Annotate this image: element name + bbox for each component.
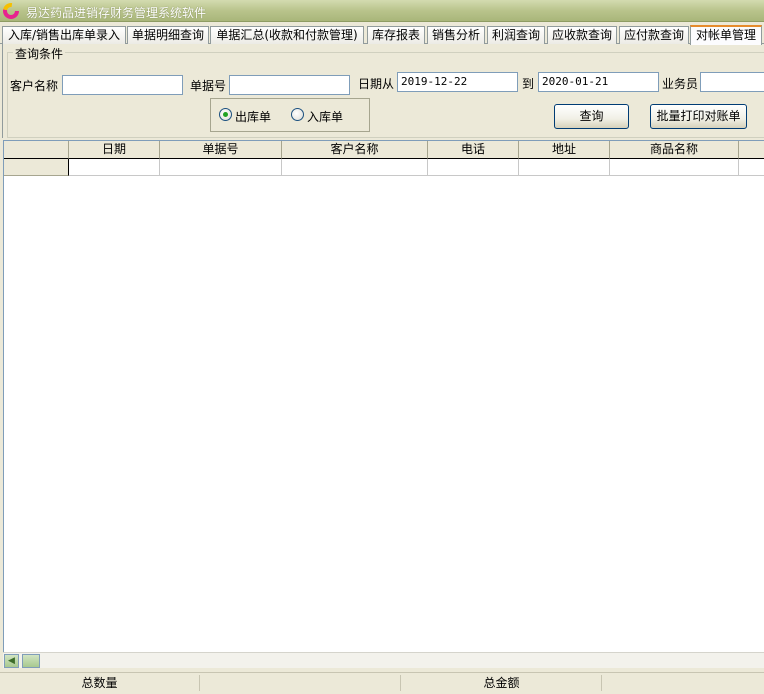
column-header-address[interactable]: 地址 <box>519 141 610 159</box>
radio-outbound[interactable] <box>219 108 232 121</box>
radio-inbound-label[interactable]: 入库单 <box>307 108 343 125</box>
date-from-label: 日期从 <box>358 77 395 91</box>
column-header-product[interactable]: 商品名称 <box>610 141 739 159</box>
column-header-extra <box>739 141 764 159</box>
table-cell[interactable] <box>69 159 160 176</box>
doc-type-radio-group: 出库单 入库单 <box>210 98 370 132</box>
table-cell[interactable] <box>519 159 610 176</box>
tab-doc-detail[interactable]: 单据明细查询 <box>127 26 209 44</box>
tab-receivables[interactable]: 应收款查询 <box>547 26 617 44</box>
title-bar: 易达药品进销存财务管理系统软件 <box>0 0 764 22</box>
query-button[interactable]: 查询 <box>554 104 629 129</box>
doc-no-input[interactable] <box>229 75 350 95</box>
doc-no-label: 单据号 <box>190 79 227 93</box>
total-qty-label: 总数量 <box>0 675 200 691</box>
tab-strip: 入库/销售出库单录入 单据明细查询 单据汇总(收款和付款管理) 库存报表 销售分… <box>0 25 764 45</box>
app-logo-icon <box>3 3 19 19</box>
radio-selected-dot <box>223 112 228 117</box>
scrollbar-thumb[interactable] <box>22 654 40 668</box>
tab-statement-management[interactable]: 对帐单管理 <box>690 25 762 45</box>
salesman-label: 业务员 <box>662 77 699 91</box>
total-amount-label: 总金额 <box>402 675 602 691</box>
tab-inventory-report[interactable]: 库存报表 <box>367 26 425 44</box>
date-to-label: 到 <box>522 77 535 91</box>
table-cell[interactable] <box>739 159 764 176</box>
table-cell[interactable] <box>428 159 519 176</box>
total-amount-value <box>603 675 764 691</box>
radio-inbound[interactable] <box>291 108 304 121</box>
column-header-date[interactable]: 日期 <box>69 141 160 159</box>
table-cell[interactable] <box>282 159 428 176</box>
column-header-customer[interactable]: 客户名称 <box>282 141 428 159</box>
tab-payables[interactable]: 应付款查询 <box>619 26 689 44</box>
customer-input[interactable] <box>62 75 183 95</box>
salesman-input[interactable] <box>700 72 764 92</box>
total-qty-value <box>201 675 401 691</box>
statement-grid[interactable]: 日期 单据号 客户名称 电话 地址 商品名称 <box>3 140 764 668</box>
table-cell[interactable] <box>160 159 282 176</box>
batch-print-statement-button[interactable]: 批量打印对账单 <box>650 104 747 129</box>
table-cell[interactable] <box>610 159 739 176</box>
window-title: 易达药品进销存财务管理系统软件 <box>26 6 207 20</box>
column-header-doc-no[interactable]: 单据号 <box>160 141 282 159</box>
horizontal-scrollbar[interactable]: ◀ <box>3 652 764 668</box>
tab-stock-entry[interactable]: 入库/销售出库单录入 <box>2 26 126 44</box>
column-header-phone[interactable]: 电话 <box>428 141 519 159</box>
customer-label: 客户名称 <box>10 79 59 93</box>
row-header[interactable] <box>4 159 69 176</box>
status-bar: 总数量 总金额 <box>0 672 764 694</box>
date-from-input[interactable]: 2019-12-22 <box>397 72 518 92</box>
date-to-input[interactable]: 2020-01-21 <box>538 72 659 92</box>
radio-outbound-label[interactable]: 出库单 <box>235 108 271 125</box>
tab-profit-query[interactable]: 利润查询 <box>487 26 545 44</box>
tab-doc-summary[interactable]: 单据汇总(收款和付款管理) <box>210 26 364 44</box>
scroll-left-icon[interactable]: ◀ <box>4 654 19 668</box>
tab-sales-analysis[interactable]: 销售分析 <box>427 26 485 44</box>
grid-corner <box>4 141 69 159</box>
query-conditions-title: 查询条件 <box>13 45 66 62</box>
